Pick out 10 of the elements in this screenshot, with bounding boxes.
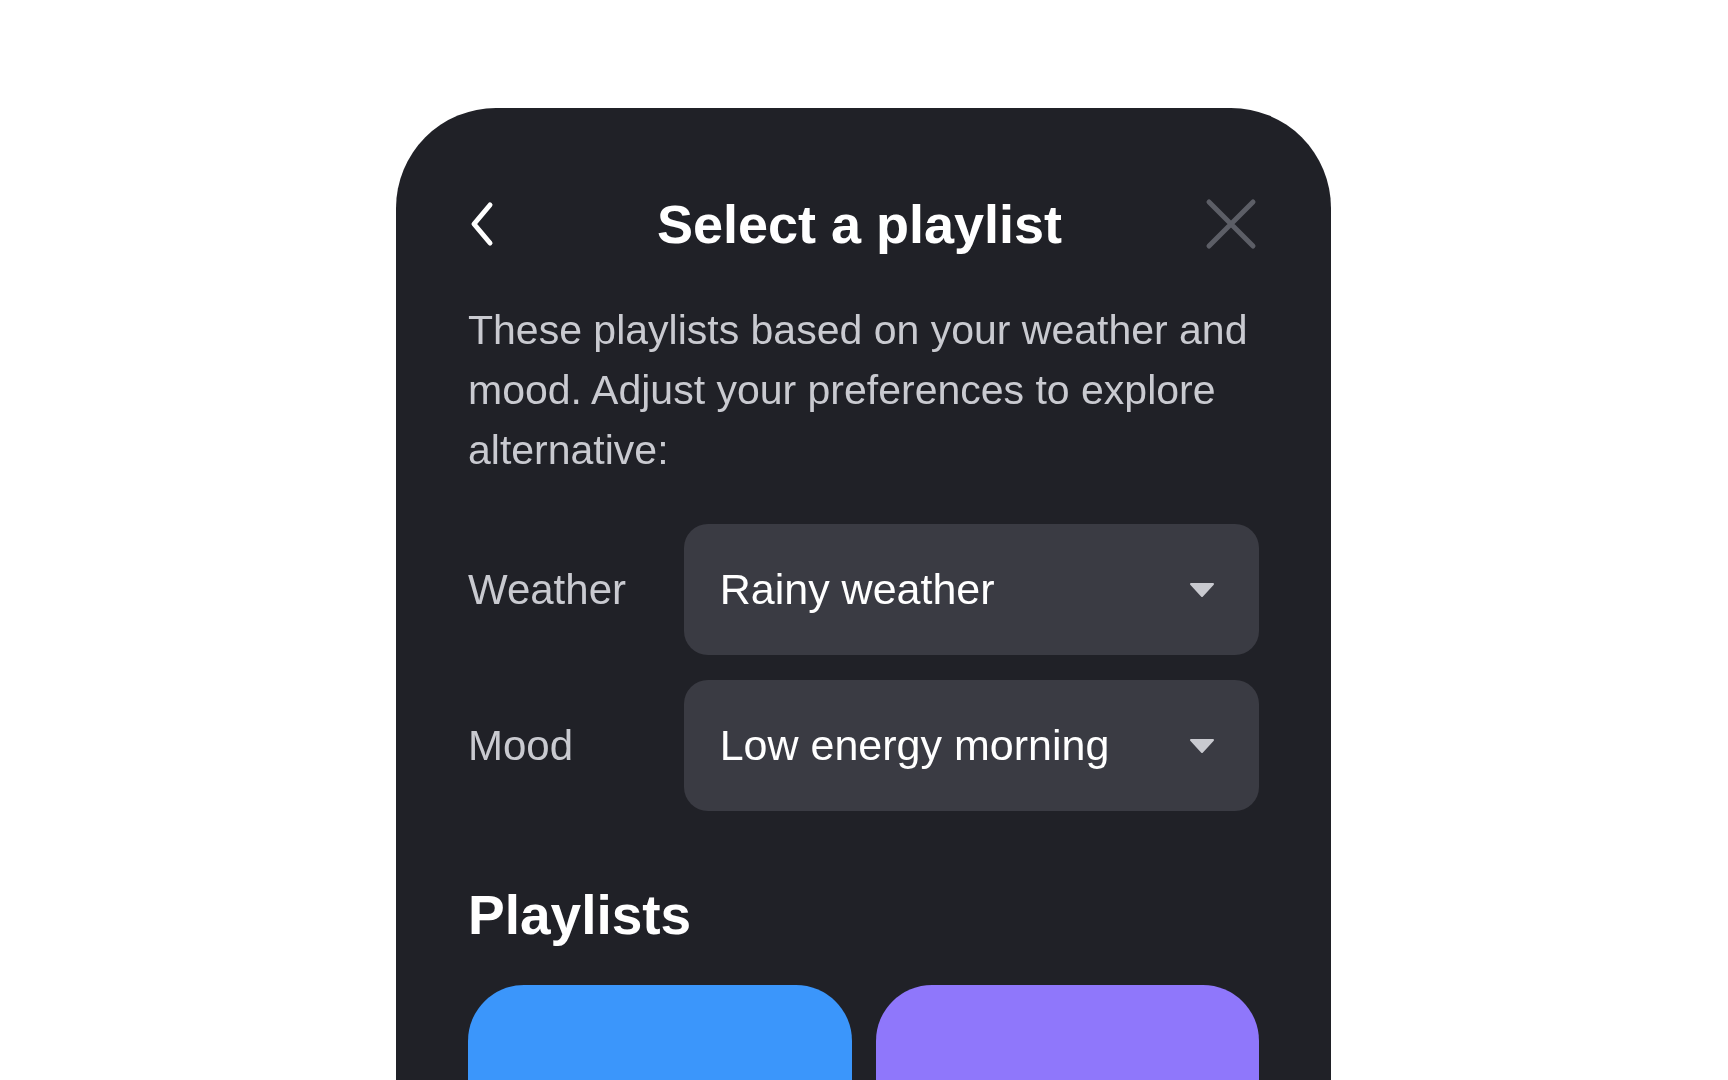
description-text: These playlists based on your weather and mood. Adjust your preferences to explore alternative: [468, 306, 1249, 475]
dropdown-field[interactable]: Rainy weather [683, 524, 1259, 655]
dropdown-field[interactable]: Low energy morning [683, 680, 1259, 811]
caret-icon [1189, 581, 1215, 598]
section-title: Playlists [468, 883, 693, 947]
filter-label: Weather [468, 565, 627, 615]
caret-icon [1189, 737, 1215, 754]
filter-label: Mood [468, 721, 575, 771]
close-icon [1205, 198, 1257, 250]
dialog-title: Select a playlist [656, 192, 1063, 256]
